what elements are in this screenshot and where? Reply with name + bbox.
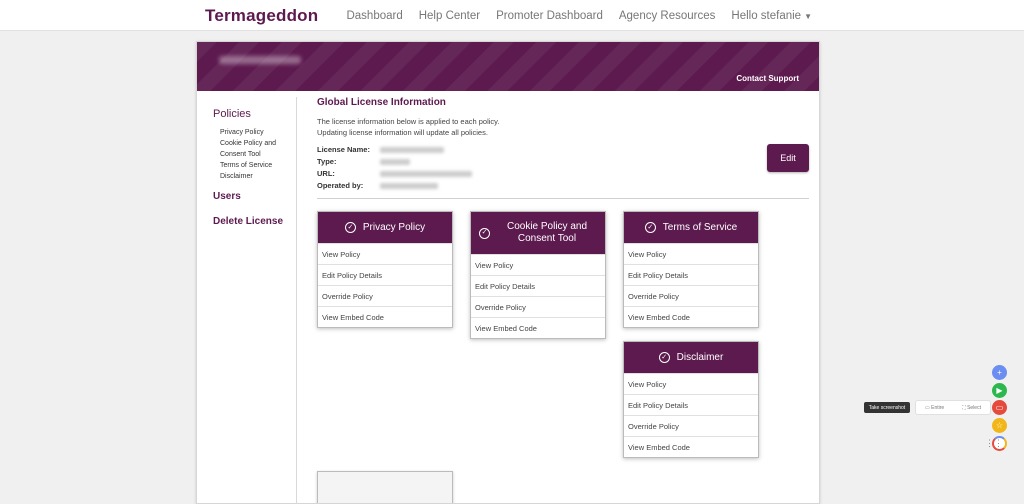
screenshot-select-option[interactable]: ⛶ Select [962,405,981,411]
policy-action-edit[interactable]: Edit Policy Details [624,394,758,415]
policy-action-embed[interactable]: View Embed Code [624,436,758,457]
license-field-row: Operated by: [317,180,472,192]
license-field-label: Type: [317,157,337,166]
top-navbar: Termageddon Dashboard Help Center Promot… [0,0,1024,31]
policy-box-title: Privacy Policy [362,221,426,233]
screenshot-mode-bar: ▭ Entire ⛶ Select [915,400,991,415]
policy-action-override[interactable]: Override Policy [624,415,758,436]
license-field-row: Type: [317,156,472,168]
policy-box-placeholder [317,471,453,503]
redacted-value [380,171,472,177]
sidebar-item-terms-of-service[interactable]: Terms of Service [213,160,293,171]
section-divider [317,198,809,199]
check-circle-icon: ✓ [479,227,490,239]
screenshot-select-label: Select [967,404,981,411]
license-info-description: The license information below is applied… [317,116,499,138]
policy-box-terms: ✓ Terms of Service View Policy Edit Polic… [623,211,759,328]
policy-box-title: Cookie Policy and Consent Tool [506,221,588,244]
nav-link-promoter-dashboard[interactable]: Promoter Dashboard [496,10,603,22]
license-info-title: Global License Information [317,97,446,108]
policy-box-privacy: ✓ Privacy Policy View Policy Edit Policy … [317,211,453,328]
brand-logo[interactable]: Termageddon [205,6,318,26]
policy-box-disclaimer: ✓ Disclaimer View Policy Edit Policy Deta… [623,341,759,458]
user-menu-label: Hello stefanie [731,10,802,22]
license-banner: Contact Support [197,42,819,91]
license-field-row: License Name: [317,144,472,156]
contact-support-link[interactable]: Contact Support [736,74,799,83]
license-desc-line1: The license information below is applied… [317,117,500,126]
policy-action-edit[interactable]: Edit Policy Details [471,275,605,296]
license-sidebar: Policies Privacy Policy Cookie Policy an… [213,108,293,227]
policy-box-header: ✓ Disclaimer [624,342,758,373]
plus-icon[interactable]: + [992,365,1007,380]
check-circle-icon: ✓ [644,222,656,233]
policy-action-override[interactable]: Override Policy [624,285,758,306]
check-circle-icon: ✓ [658,352,670,363]
redacted-value [380,183,438,189]
edit-license-button[interactable]: Edit [767,144,809,172]
screenshot-entire-label: Entire [931,404,945,411]
policy-box-header: ✓ Cookie Policy and Consent Tool [471,212,605,254]
play-icon[interactable]: ▶ [992,383,1007,398]
license-field-label: URL: [317,169,335,178]
nav-links: Dashboard Help Center Promoter Dashboard… [346,10,812,22]
star-icon[interactable]: ☆ [992,418,1007,433]
policy-box-header: ✓ Terms of Service [624,212,758,243]
nav-link-agency-resources[interactable]: Agency Resources [619,10,716,22]
screenshot-icon[interactable]: ▭ [992,400,1007,415]
sidebar-policies-heading[interactable]: Policies [213,108,293,120]
license-field-row: URL: [317,168,472,180]
redacted-value [380,159,410,165]
user-menu[interactable]: Hello stefanie ▼ [731,10,812,22]
license-fields: License Name: Type: URL: Operated by: [317,144,472,192]
sidebar-item-cookie-policy[interactable]: Cookie Policy and Consent Tool [213,138,293,160]
sidebar-divider [296,97,297,503]
sidebar-item-privacy-policy[interactable]: Privacy Policy [213,127,293,138]
policy-action-override[interactable]: Override Policy [318,285,452,306]
sidebar-item-disclaimer[interactable]: Disclaimer [213,171,293,182]
policy-box-header: ✓ Privacy Policy [318,212,452,243]
policy-box-title: Disclaimer [676,351,724,363]
grip-icon[interactable]: ⋮⋮ [985,438,1003,449]
policy-action-embed[interactable]: View Embed Code [318,306,452,327]
policy-action-embed[interactable]: View Embed Code [471,317,605,338]
policy-action-view[interactable]: View Policy [318,243,452,264]
policy-action-override[interactable]: Override Policy [471,296,605,317]
policy-action-embed[interactable]: View Embed Code [624,306,758,327]
policy-action-view[interactable]: View Policy [624,373,758,394]
sidebar-item-users[interactable]: Users [213,191,293,202]
sidebar-item-delete-license[interactable]: Delete License [213,216,293,227]
license-field-label: License Name: [317,145,370,154]
screenshot-entire-option[interactable]: ▭ Entire [925,405,944,411]
policy-action-edit[interactable]: Edit Policy Details [318,264,452,285]
chevron-down-icon: ▼ [804,12,812,21]
nav-link-dashboard[interactable]: Dashboard [346,10,402,22]
license-desc-line2: Updating license information will update… [317,128,488,137]
policy-box-title: Terms of Service [662,221,738,233]
license-field-label: Operated by: [317,181,364,190]
redacted-site-name [219,56,301,64]
redacted-value [380,147,444,153]
screenshot-tooltip: Take screenshot [864,402,910,413]
check-circle-icon: ✓ [344,222,356,233]
policy-action-edit[interactable]: Edit Policy Details [624,264,758,285]
policy-action-view[interactable]: View Policy [624,243,758,264]
nav-link-help-center[interactable]: Help Center [419,10,480,22]
policy-action-view[interactable]: View Policy [471,254,605,275]
license-card: Contact Support Policies Privacy Policy … [196,41,820,504]
policy-box-cookie: ✓ Cookie Policy and Consent Tool View Pol… [470,211,606,339]
